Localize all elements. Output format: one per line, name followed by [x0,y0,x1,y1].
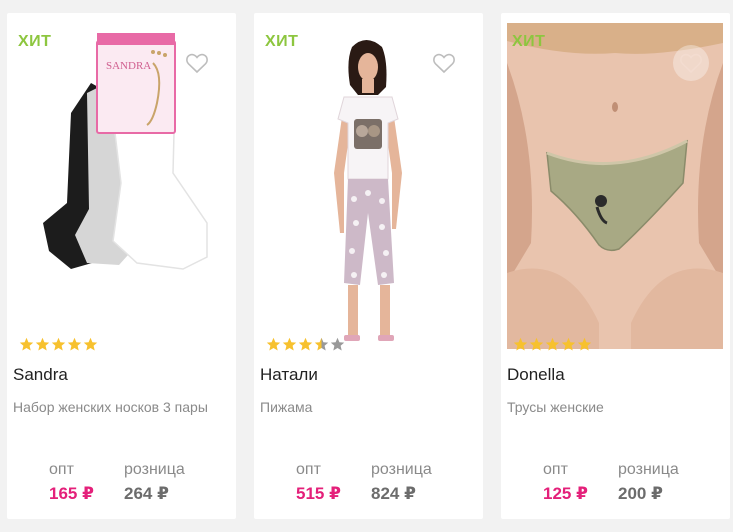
retail-price-label: розница [618,461,679,478]
retail-price-label: розница [371,461,432,478]
favorite-heart-icon[interactable] [426,45,462,81]
opt-price-value: 515 ₽ [296,484,341,503]
star-filled-icon [298,337,313,351]
rating-stars [19,337,98,352]
retail-price-label: розница [124,461,185,478]
product-name[interactable]: Натали [260,365,318,385]
product-description: Пижама [260,399,313,415]
rating-stars [513,337,592,352]
star-filled-icon [529,337,544,351]
hit-badge: ХИТ [265,33,299,50]
star-filled-icon [266,337,281,351]
star-filled-icon [577,337,592,351]
star-filled-icon [67,337,82,351]
star-filled-icon [83,337,98,351]
star-half-icon [314,337,329,351]
star-filled-icon [51,337,66,351]
retail-price-value: 824 ₽ [371,484,416,503]
favorite-heart-icon[interactable] [179,45,215,81]
star-filled-icon [545,337,560,351]
opt-price-value: 165 ₽ [49,484,94,503]
product-card-natali[interactable]: ХИТ Натали Пижама опт 515 ₽ розница 824 … [254,13,483,519]
package-brand-text: SANDRA [106,60,151,72]
hit-badge: ХИТ [18,33,52,50]
star-filled-icon [561,337,576,351]
hit-badge: ХИТ [512,33,546,50]
opt-price-label: опт [49,461,74,478]
retail-price-value: 200 ₽ [618,484,663,503]
product-card-sandra[interactable]: SANDRA ХИТ Sandra Набор женских носков 3… [7,13,236,519]
star-filled-icon [513,337,528,351]
product-description: Набор женских носков 3 пары [13,399,208,415]
product-card-donella[interactable]: ХИТ Donella Трусы женские опт 125 ₽ розн… [501,13,730,519]
product-name[interactable]: Sandra [13,365,68,385]
star-filled-icon [35,337,50,351]
opt-price-value: 125 ₽ [543,484,588,503]
product-description: Трусы женские [507,399,604,415]
retail-price-value: 264 ₽ [124,484,169,503]
opt-price-label: опт [296,461,321,478]
favorite-heart-icon[interactable] [673,45,709,81]
star-filled-icon [19,337,34,351]
star-empty-icon [330,337,345,351]
star-filled-icon [282,337,297,351]
product-grid: SANDRA ХИТ Sandra Набор женских носков 3… [0,0,733,532]
product-name[interactable]: Donella [507,365,565,385]
opt-price-label: опт [543,461,568,478]
rating-stars [266,337,345,352]
